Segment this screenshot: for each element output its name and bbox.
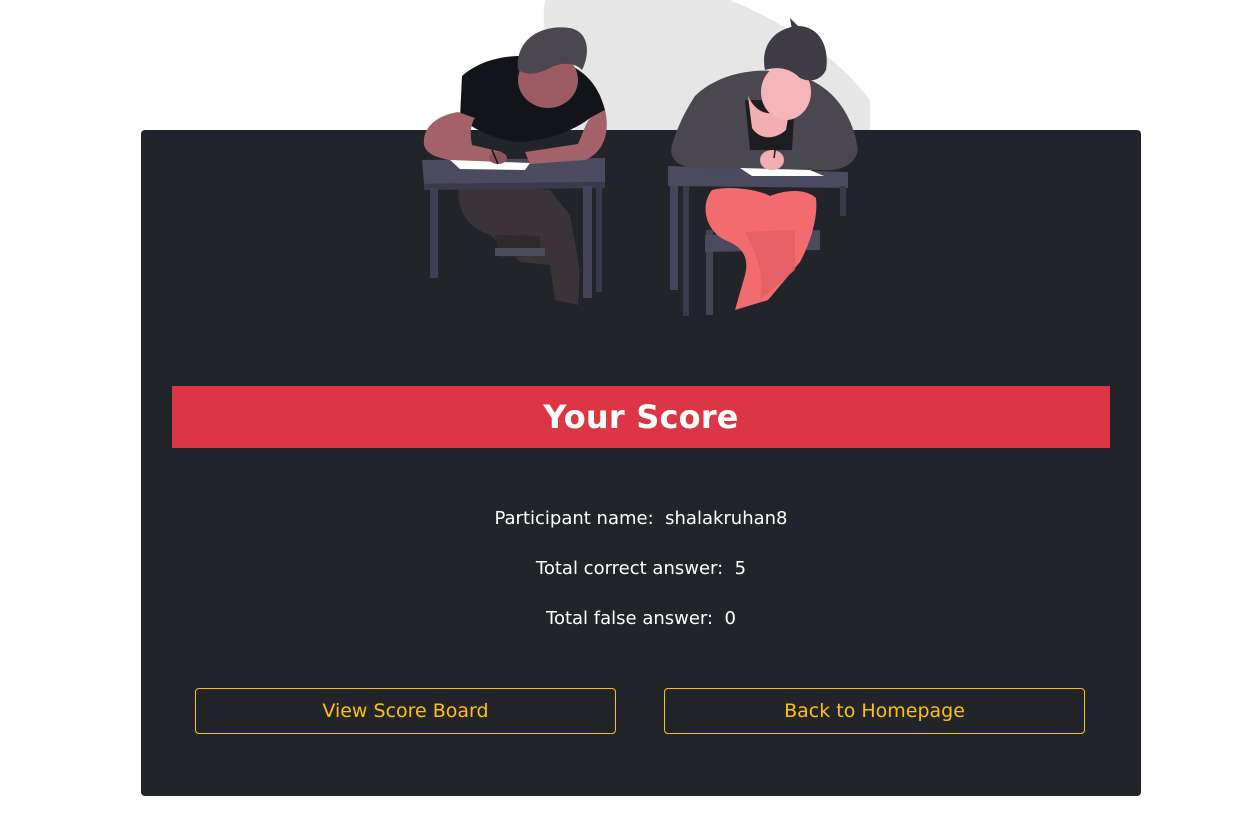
score-title: Your Score [543, 398, 739, 436]
correct-answers-row: Total correct answer: 5 [141, 555, 1141, 605]
score-stats: Participant name: shalakruhan8 Total cor… [141, 505, 1141, 655]
false-answers-value: 0 [724, 608, 736, 629]
score-banner: Your Score [172, 386, 1110, 448]
false-answers-label: Total false answer: [546, 608, 714, 629]
participant-value: shalakruhan8 [665, 508, 788, 529]
back-to-homepage-button[interactable]: Back to Homepage [664, 688, 1085, 734]
participant-label: Participant name: [494, 508, 654, 529]
correct-answers-label: Total correct answer: [535, 558, 724, 579]
page: Your Score Participant name: shalakruhan… [0, 0, 1253, 833]
false-answers-row: Total false answer: 0 [141, 605, 1141, 655]
participant-row: Participant name: shalakruhan8 [141, 505, 1141, 555]
students-exam-illustration [400, 0, 880, 330]
view-score-board-button[interactable]: View Score Board [195, 688, 616, 734]
correct-answers-value: 5 [734, 558, 747, 579]
